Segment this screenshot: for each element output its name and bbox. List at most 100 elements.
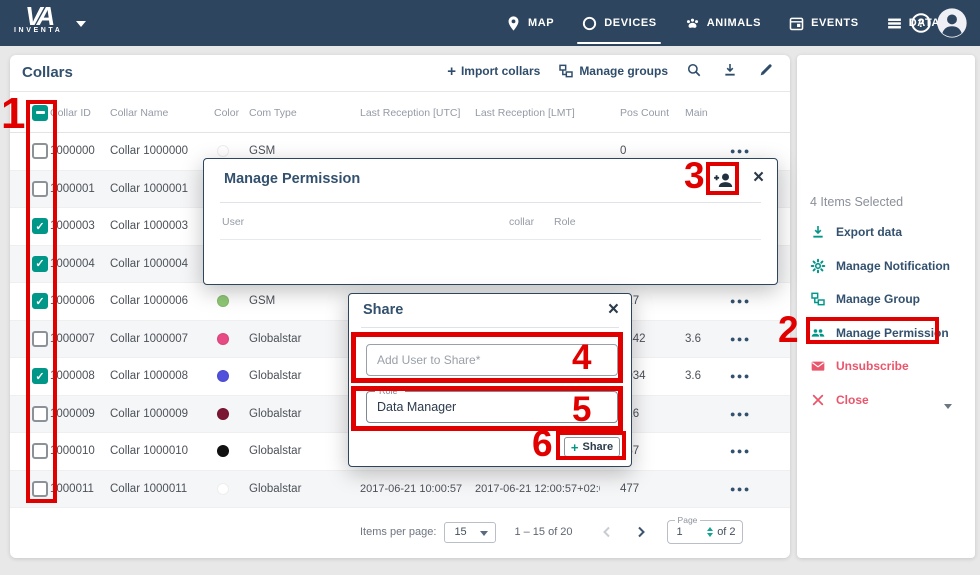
side-action-label: Export data	[836, 225, 902, 239]
group-hierarchy-icon	[810, 291, 826, 307]
items-per-page-select[interactable]: 15	[444, 522, 496, 543]
row-menu-button[interactable]: ●●●	[730, 334, 751, 344]
color-dot	[217, 295, 229, 307]
cell-collar-name: Collar 1000008	[110, 358, 210, 395]
x-icon	[810, 392, 826, 408]
gear-icon	[810, 258, 826, 274]
row-menu-button[interactable]: ●●●	[730, 409, 751, 419]
user-avatar[interactable]	[936, 7, 968, 39]
brand-name: INVENTA	[14, 27, 62, 34]
table-row: 1000011Collar 1000011Globalstar2017-06-2…	[10, 471, 790, 509]
screen: VA INVENTA MAPDEVICESANIMALSEVENTSDATA ?…	[0, 0, 980, 575]
cell-com-type: Globalstar	[248, 433, 352, 470]
spinner-down-icon	[707, 533, 713, 537]
row-menu-button[interactable]: ●●●	[730, 446, 751, 456]
side-action-manage-notification[interactable]: Manage Notification	[810, 256, 950, 276]
cell-main-v: 3.6	[670, 358, 710, 395]
import-collars-button[interactable]: + Import collars	[447, 63, 540, 80]
side-action-label: Manage Group	[836, 292, 920, 306]
spinner-up-icon	[707, 527, 713, 531]
cell-color	[210, 471, 248, 508]
manage-groups-button[interactable]: Manage groups	[558, 63, 668, 79]
color-dot	[217, 370, 229, 382]
cell-color	[210, 433, 248, 470]
nav-item-animals[interactable]: ANIMALS	[684, 0, 761, 46]
brand-logo[interactable]: VA INVENTA	[14, 3, 86, 34]
prev-page-button[interactable]	[601, 526, 613, 538]
edit-pencil-icon[interactable]	[758, 62, 776, 80]
cell-collar-id: 1000007	[50, 321, 110, 358]
cell-collar-id: 1000009	[50, 396, 110, 433]
page-field-label: Page	[675, 515, 701, 525]
cell-last-lmt: 2017-06-21 12:00:57+02:00	[467, 471, 600, 508]
row-menu-button[interactable]: ●●●	[730, 371, 751, 381]
cell-main-v	[670, 433, 710, 470]
collars-toolbar: + Import collars Manage groups	[447, 62, 776, 80]
search-icon[interactable]	[686, 62, 704, 80]
page-total: of 2	[717, 526, 735, 538]
cell-collar-name: Collar 1000003	[110, 208, 210, 245]
svg-text:?: ?	[917, 16, 924, 30]
cell-com-type: Globalstar	[248, 321, 352, 358]
side-action-unsubscribe[interactable]: Unsubscribe	[810, 356, 950, 376]
brand-dropdown-caret-icon[interactable]	[76, 21, 86, 27]
side-action-close[interactable]: Close	[810, 390, 950, 410]
nav-item-events[interactable]: EVENTS	[788, 0, 859, 46]
page-spinner[interactable]	[707, 527, 713, 537]
pagination-range: 1 – 15 of 20	[514, 526, 572, 538]
row-menu-button[interactable]: ●●●	[730, 296, 751, 306]
manage-permission-close-icon[interactable]: ×	[753, 170, 764, 186]
manage-permission-title: Manage Permission	[224, 171, 360, 187]
help-icon[interactable]: ?	[910, 12, 932, 34]
share-modal-close-icon[interactable]: ×	[608, 302, 619, 318]
page-number-value: 1	[677, 526, 708, 538]
cell-pos-count: 477	[600, 471, 670, 508]
cell-last-utc: 2017-06-21 10:00:57	[352, 471, 467, 508]
nav-item-label: MAP	[528, 17, 554, 29]
annotation-6: 6	[532, 425, 553, 462]
cell-com-type: Globalstar	[248, 358, 352, 395]
side-action-label: Unsubscribe	[836, 359, 909, 373]
nav-item-map[interactable]: MAP	[505, 0, 554, 46]
cell-main-v	[670, 283, 710, 320]
row-menu-button[interactable]: ●●●	[730, 484, 751, 494]
side-actions: Export data Manage Notification Manage Gro…	[810, 222, 950, 410]
cell-com-type: Globalstar	[248, 471, 352, 508]
download-icon[interactable]	[722, 62, 740, 80]
cell-color	[210, 283, 248, 320]
collars-card-header: Collars + Import collars Manage groups	[10, 55, 790, 92]
row-menu-button[interactable]: ●●●	[730, 146, 751, 156]
side-action-export-data[interactable]: Export data	[810, 222, 950, 242]
cell-collar-id: 1000010	[50, 433, 110, 470]
nav-item-label: DEVICES	[604, 17, 657, 29]
next-page-button[interactable]	[635, 526, 647, 538]
share-modal-title: Share	[363, 302, 403, 318]
nav-item-label: ANIMALS	[707, 17, 761, 29]
page-number-field[interactable]: Page 1 of 2	[667, 520, 743, 544]
cell-collar-name: Collar 1000007	[110, 321, 210, 358]
annotation-box-2	[806, 317, 939, 344]
cell-color	[210, 321, 248, 358]
chevron-down-icon	[480, 531, 488, 536]
divider	[220, 202, 761, 203]
annotation-box-1	[26, 100, 57, 503]
items-selected-text: 4 Items Selected	[810, 195, 903, 209]
side-action-manage-group[interactable]: Manage Group	[810, 289, 950, 309]
mp-col-role: Role	[554, 216, 576, 228]
nav-item-devices[interactable]: DEVICES	[581, 0, 657, 46]
col-pos-count: Pos Count	[600, 93, 670, 132]
col-color: Color	[210, 93, 248, 132]
pagination: Items per page: 15 1 – 15 of 20 Page 1 o…	[360, 517, 743, 547]
annotation-box-4	[351, 332, 623, 383]
divider	[220, 239, 761, 240]
map-pin-icon	[505, 15, 522, 32]
cell-collar-name: Collar 1000011	[110, 471, 210, 508]
mp-col-collar: collar	[509, 216, 534, 228]
divider	[361, 327, 619, 328]
cell-collar-name: Collar 1000010	[110, 433, 210, 470]
group-hierarchy-icon	[558, 63, 574, 79]
color-dot	[217, 145, 229, 157]
collar-icon	[581, 15, 598, 32]
cell-color	[210, 358, 248, 395]
color-dot	[217, 408, 229, 420]
